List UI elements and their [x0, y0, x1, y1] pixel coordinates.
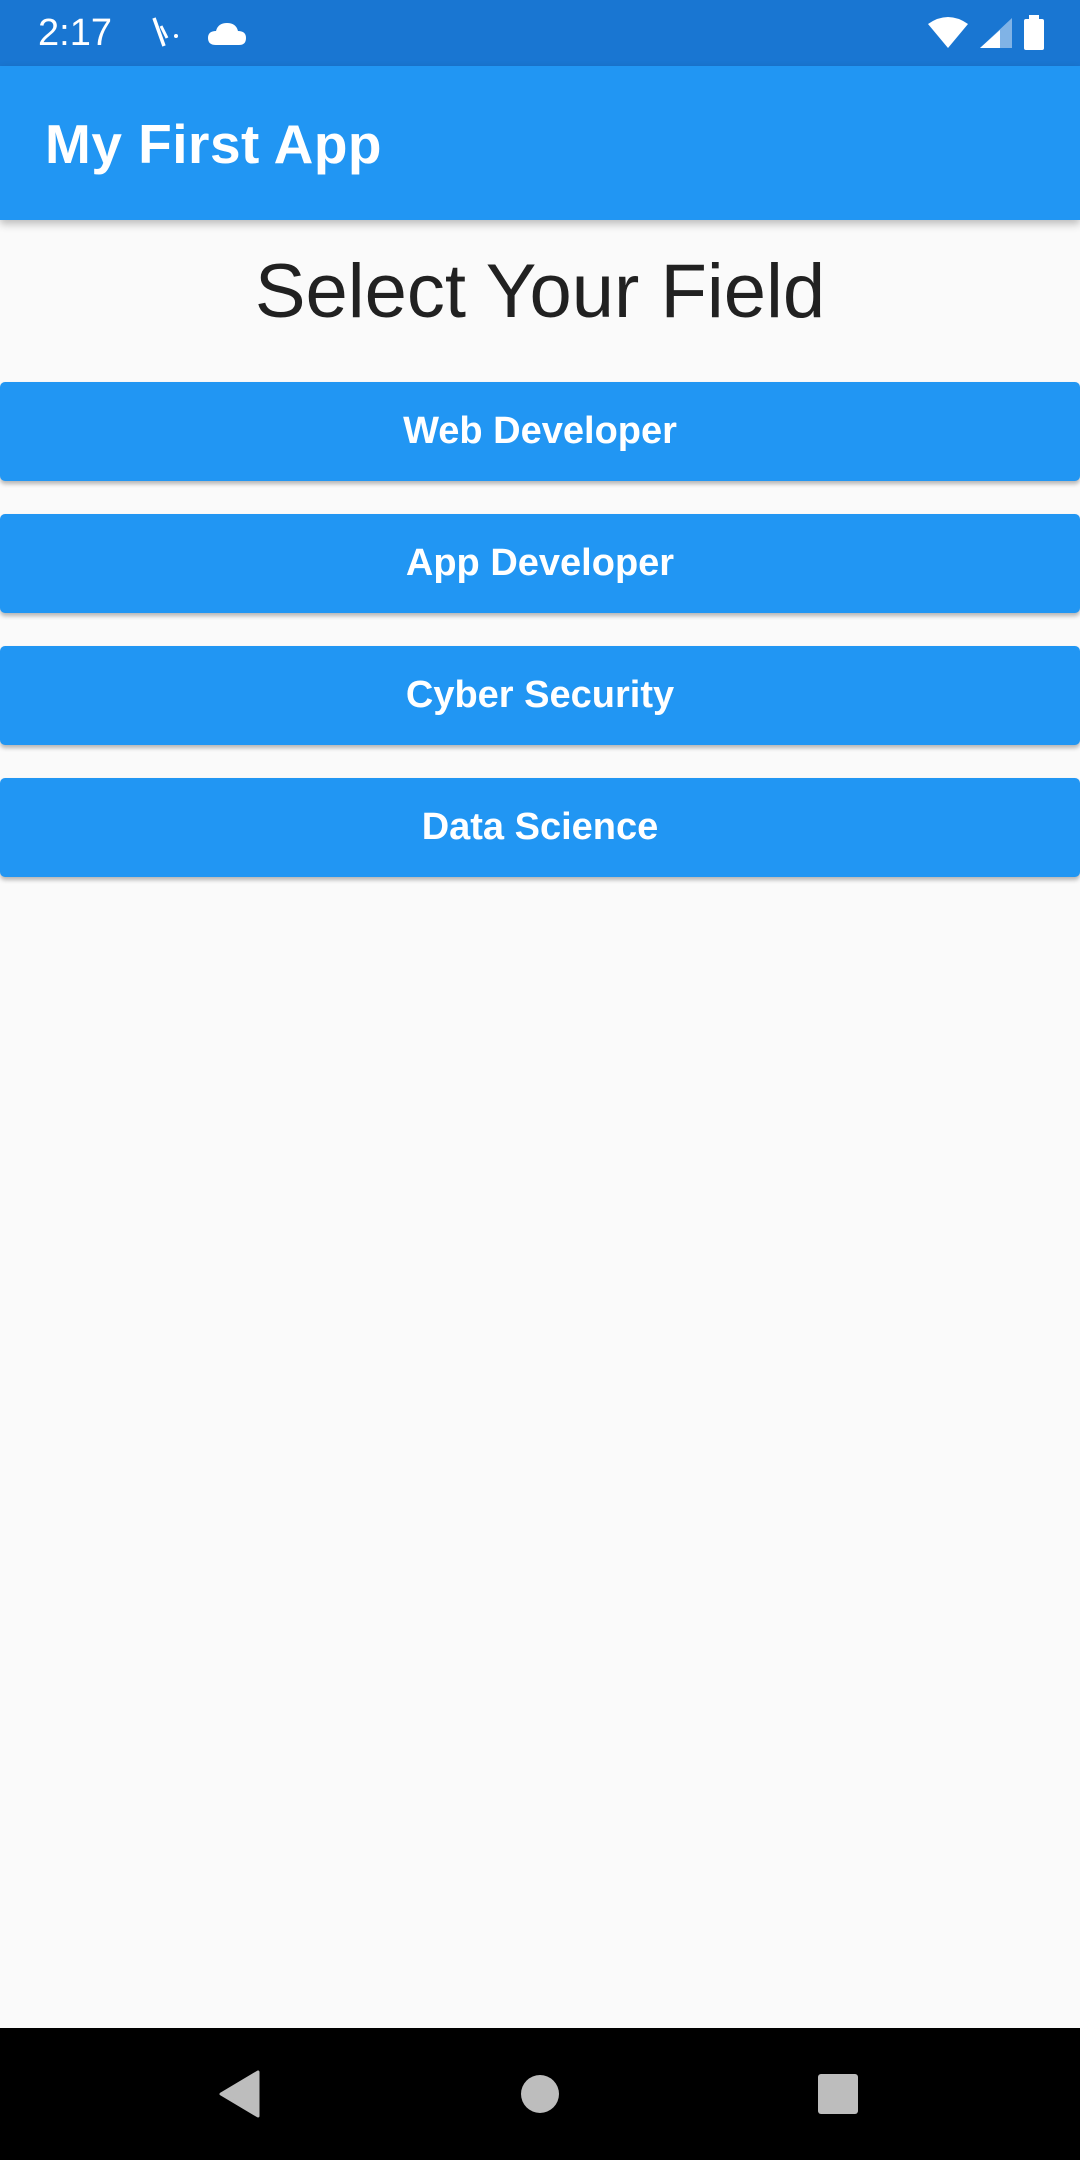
web-developer-button[interactable]: Web Developer — [0, 382, 1080, 481]
recents-icon — [818, 2074, 858, 2114]
status-left-icons — [148, 16, 248, 52]
status-time: 2:17 — [38, 12, 112, 54]
cloud-icon — [206, 19, 248, 49]
cell-signal-icon — [978, 16, 1014, 50]
data-science-button[interactable]: Data Science — [0, 778, 1080, 877]
recents-button[interactable] — [808, 2064, 868, 2124]
status-bar: 2:17 — [0, 0, 1080, 66]
back-icon — [219, 2070, 260, 2118]
battery-icon — [1022, 15, 1046, 51]
page-title: Select Your Field — [254, 249, 826, 334]
app-title: My First App — [45, 113, 383, 175]
status-right-icons — [918, 14, 1046, 52]
home-button[interactable] — [510, 2064, 570, 2124]
navigation-bar — [0, 2028, 1080, 2160]
wifi-icon — [926, 16, 970, 50]
app-screen: 2:17 My First App Select Your Field Web … — [0, 0, 1080, 2160]
home-icon — [521, 2075, 559, 2113]
field-button-list: Web Developer App Developer Cyber Securi… — [0, 382, 1080, 910]
app-developer-button[interactable]: App Developer — [0, 514, 1080, 613]
signal-off-icon — [148, 14, 184, 55]
back-button[interactable] — [210, 2064, 270, 2124]
cyber-security-button[interactable]: Cyber Security — [0, 646, 1080, 745]
app-bar: My First App — [0, 66, 1080, 220]
